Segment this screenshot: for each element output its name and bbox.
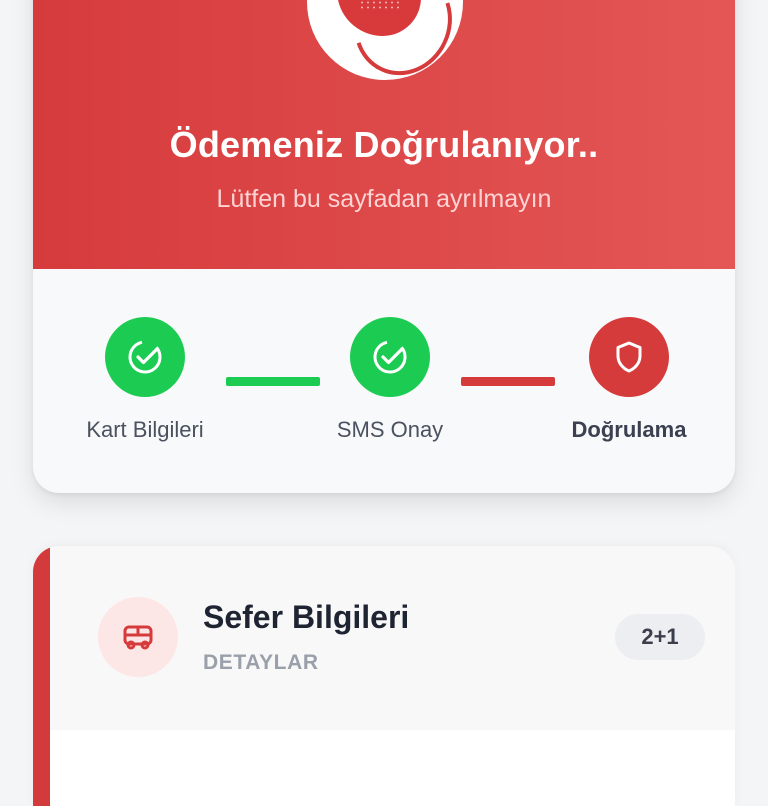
card-accent-bar — [33, 546, 50, 806]
trip-info-body — [50, 730, 735, 806]
check-circle-icon — [128, 340, 162, 374]
trip-info-card: Sefer Bilgileri DETAYLAR 2+1 — [33, 546, 735, 806]
step-verification — [589, 317, 669, 397]
loading-animation-icon — [307, 0, 463, 80]
step-connector-2 — [461, 377, 555, 386]
bus-icon-badge — [98, 597, 178, 677]
step-label-sms-confirm: SMS Onay — [336, 417, 444, 442]
trip-info-header: Sefer Bilgileri DETAYLAR 2+1 — [50, 546, 735, 730]
seat-layout-badge: 2+1 — [615, 614, 705, 660]
verification-title: Ödemeniz Doğrulanıyor.. — [169, 124, 599, 165]
shield-icon — [616, 341, 642, 373]
payment-verification-card: Ödemeniz Doğrulanıyor.. Lütfen bu sayfad… — [33, 0, 735, 493]
trip-info-subtitle: DETAYLAR — [203, 651, 319, 674]
step-connector-1 — [226, 377, 320, 386]
step-card-info — [105, 317, 185, 397]
trip-info-title: Sefer Bilgileri — [203, 599, 410, 635]
verification-header: Ödemeniz Doğrulanıyor.. Lütfen bu sayfad… — [33, 0, 735, 269]
bus-icon — [123, 625, 153, 650]
check-circle-icon — [373, 340, 407, 374]
verification-subtitle: Lütfen bu sayfadan ayrılmayın — [216, 185, 552, 213]
step-label-verification: Doğrulama — [571, 417, 687, 442]
step-sms-confirm — [350, 317, 430, 397]
step-label-card-info: Kart Bilgileri — [86, 417, 204, 442]
